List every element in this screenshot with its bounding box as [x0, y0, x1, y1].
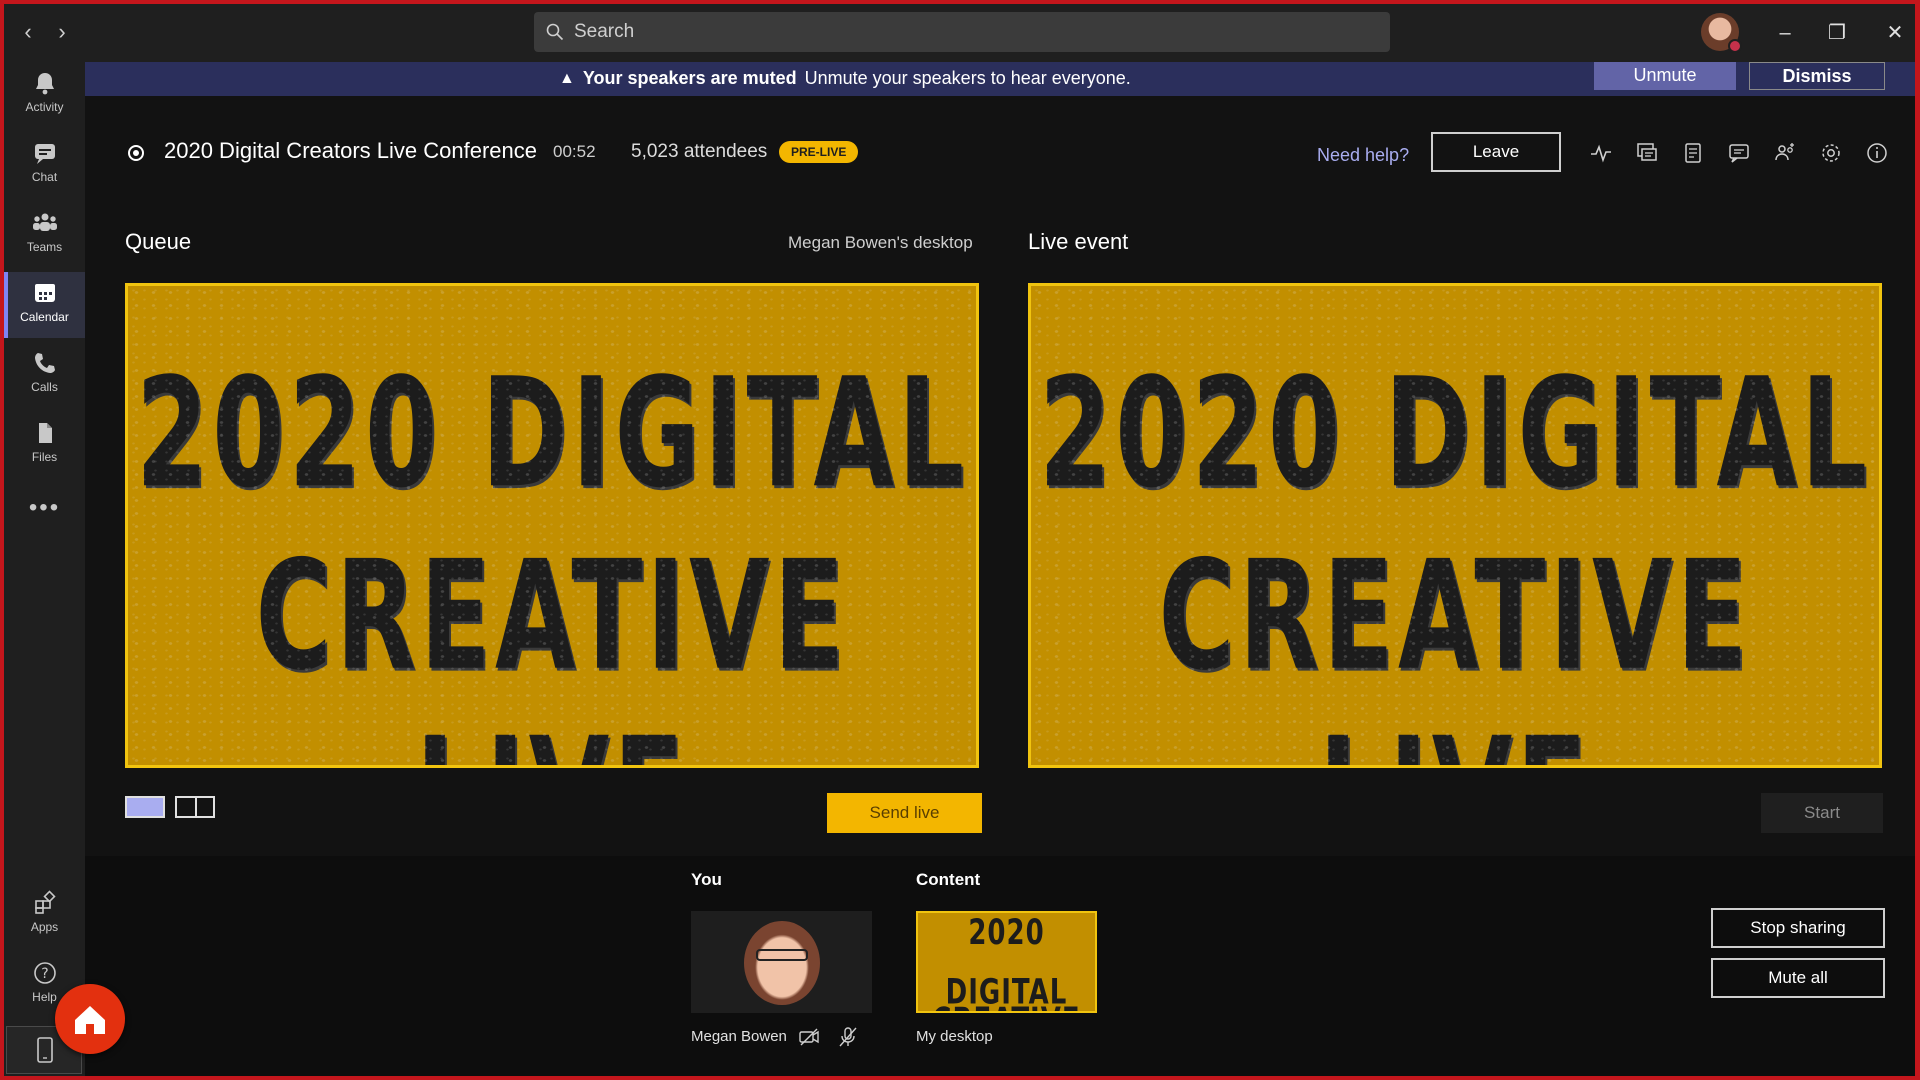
rail-item-files[interactable]: Files	[4, 412, 85, 478]
search-input[interactable]: Search	[534, 12, 1390, 52]
layout-divider	[195, 798, 197, 816]
broadcast-icon	[128, 145, 144, 161]
banner-bold-text: Your speakers are muted	[582, 68, 797, 88]
help-icon: ?	[33, 962, 56, 984]
content-label: Content	[916, 870, 981, 889]
mic-off-icon[interactable]	[837, 1026, 859, 1048]
rail-label: Chat	[31, 170, 58, 184]
slide-line-1: 2020 DIGITAL	[135, 344, 969, 522]
rail-item-activity[interactable]: Activity	[4, 62, 85, 128]
teams-icon	[32, 213, 57, 231]
user-avatar[interactable]	[1701, 13, 1742, 53]
maximize-icon[interactable]: ❐	[1822, 18, 1852, 48]
files-icon	[38, 423, 52, 443]
more-apps-icon[interactable]: •••	[4, 494, 85, 522]
search-icon	[546, 23, 564, 41]
bell-icon	[35, 73, 54, 95]
banner-message: ▲ Your speakers are muted Unmute your sp…	[559, 68, 1131, 89]
unmute-button[interactable]: Unmute	[1594, 62, 1736, 90]
single-layout-button[interactable]	[125, 796, 165, 818]
mute-all-button[interactable]: Mute all	[1711, 958, 1885, 998]
slide-line-2: CREATIVE LIVE	[255, 527, 849, 765]
live-event-label: Live event	[1028, 229, 1129, 254]
back-arrow-icon[interactable]: ‹	[16, 18, 40, 46]
need-help-link[interactable]: Need help?	[1317, 145, 1409, 166]
start-button[interactable]: Start	[1761, 793, 1883, 833]
participants-icon[interactable]	[1773, 141, 1797, 165]
stop-sharing-button[interactable]: Stop sharing	[1711, 908, 1885, 948]
banner-text: Unmute your speakers to hear everyone.	[804, 68, 1131, 88]
settings-gear-icon[interactable]	[1819, 141, 1843, 165]
search-placeholder: Search	[574, 21, 635, 42]
rail-label: Calendar	[20, 310, 69, 324]
slide-line-1: 2020 DIGITAL	[1038, 344, 1872, 522]
svg-text:?: ?	[41, 966, 48, 982]
event-title: 2020 Digital Creators Live Conference	[164, 138, 537, 163]
attendee-count: 5,023 attendees	[631, 141, 768, 162]
app-rail: Activity Chat Teams Calendar Calls Files…	[4, 62, 85, 1076]
status-badge: PRE-LIVE	[779, 141, 859, 163]
calendar-icon	[34, 284, 55, 302]
phone-icon	[34, 353, 55, 373]
rail-label: Teams	[26, 240, 63, 254]
rail-item-apps[interactable]: Apps	[4, 882, 85, 948]
status-dot-icon	[1728, 39, 1742, 53]
leave-button[interactable]: Leave	[1431, 132, 1561, 172]
rail-label: Apps	[30, 920, 59, 934]
chat-panel-icon[interactable]	[1727, 141, 1751, 165]
rail-item-teams[interactable]: Teams	[4, 202, 85, 268]
home-button[interactable]	[55, 984, 125, 1054]
queue-label: Queue	[125, 229, 192, 254]
muted-speakers-banner: ▲ Your speakers are muted Unmute your sp…	[85, 62, 1915, 96]
warning-icon: ▲	[559, 69, 575, 87]
forward-arrow-icon[interactable]: ›	[50, 18, 74, 46]
chat-icon	[34, 144, 55, 164]
rail-label: Files	[31, 450, 58, 464]
minimize-icon[interactable]: –	[1770, 18, 1800, 48]
qna-icon[interactable]	[1635, 141, 1659, 165]
close-icon[interactable]: ✕	[1880, 18, 1910, 48]
camera-tile[interactable]	[691, 911, 872, 1013]
rail-label: Help	[32, 990, 57, 1004]
content-name: My desktop	[916, 1028, 993, 1045]
avatar	[744, 921, 820, 1005]
rail-item-chat[interactable]: Chat	[4, 132, 85, 198]
send-live-button[interactable]: Send live	[827, 793, 982, 833]
side-by-side-layout-button[interactable]	[175, 796, 215, 818]
teams-window: ‹ › Search – ❐ ✕ Activity Chat Teams Cal…	[4, 4, 1915, 1076]
rail-label: Activity	[25, 100, 64, 114]
event-timer: 00:52	[553, 142, 596, 161]
queue-source: Megan Bowen's desktop	[788, 233, 973, 252]
home-icon	[75, 1006, 105, 1034]
dismiss-button[interactable]: Dismiss	[1749, 62, 1885, 90]
sources-tray: You Megan Bowen Content 2020 DIGITAL CRE…	[85, 856, 1915, 1076]
rail-label: Calls	[31, 380, 58, 394]
title-bar: ‹ › Search – ❐ ✕	[4, 4, 1915, 62]
meeting-notes-icon[interactable]	[1681, 141, 1705, 165]
content-line-2: CREATIVE LIVE	[918, 992, 1095, 1011]
apps-icon	[34, 890, 56, 914]
queue-preview: 2020 DIGITAL CREATIVE LIVE	[125, 283, 979, 768]
you-label: You	[691, 870, 722, 889]
glasses-shape	[756, 949, 808, 961]
rail-item-calendar[interactable]: Calendar	[4, 272, 85, 338]
content-tile[interactable]: 2020 DIGITAL CREATIVE LIVE	[916, 911, 1097, 1013]
presenter-name: Megan Bowen	[691, 1028, 787, 1045]
info-icon[interactable]	[1865, 141, 1889, 165]
event-header: 2020 Digital Creators Live Conference 00…	[85, 96, 1915, 216]
live-preview: 2020 DIGITAL CREATIVE LIVE	[1028, 283, 1882, 768]
slide-line-2: CREATIVE LIVE	[1158, 527, 1752, 765]
camera-off-icon[interactable]	[798, 1026, 820, 1048]
health-monitor-icon[interactable]	[1589, 141, 1613, 165]
rail-item-calls[interactable]: Calls	[4, 342, 85, 408]
